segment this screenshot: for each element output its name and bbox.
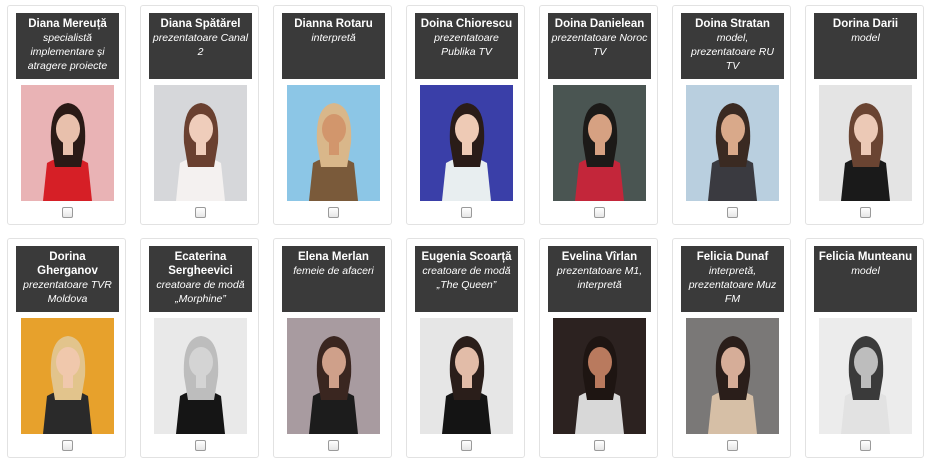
profile-role: prezentatoare Publika TV: [434, 32, 499, 58]
profile-card: Felicia Munteanu model: [805, 238, 924, 458]
profile-photo[interactable]: [553, 318, 646, 434]
profile-name: Evelina Vîrlan: [561, 251, 638, 263]
profile-role: creatoare de modă „The Queen”: [422, 265, 511, 291]
profile-card: Eugenia Scoarță creatoare de modă „The Qu…: [406, 238, 525, 458]
profile-photo[interactable]: [287, 85, 380, 201]
profile-card: Dorina Darii model: [805, 5, 924, 225]
profile-caption: Felicia Munteanu model: [814, 246, 917, 312]
profile-photo[interactable]: [819, 318, 912, 434]
profile-caption: Diana Spătărel prezentatoare Canal 2: [149, 13, 252, 79]
select-checkbox[interactable]: [860, 207, 871, 218]
profile-caption: Evelina Vîrlan prezentatoare M1, interpre…: [548, 246, 651, 312]
profile-name: Eugenia Scoarță: [421, 251, 512, 263]
profile-name: Felicia Dunaf: [696, 251, 769, 263]
profile-card: Elena Merlan femeie de afaceri: [273, 238, 392, 458]
profile-card: Diana Mereuță specialistă implementare și…: [7, 5, 126, 225]
profile-photo[interactable]: [420, 318, 513, 434]
profile-role: prezentatoare Noroc TV: [551, 32, 648, 58]
profile-caption: Eugenia Scoarță creatoare de modă „The Qu…: [415, 246, 518, 312]
profile-role: specialistă implementare și atragere pro…: [27, 32, 108, 72]
profile-card: Doina Stratan model, prezentatoare RU TV: [672, 5, 791, 225]
profile-role: model: [851, 32, 880, 44]
profile-role: prezentatoare TVR Moldova: [23, 279, 112, 305]
profile-photo[interactable]: [819, 85, 912, 201]
profile-name: Doina Stratan: [695, 18, 770, 30]
profile-name: Ecaterina Sergheevici: [168, 251, 233, 277]
select-checkbox[interactable]: [461, 207, 472, 218]
profile-card: Dorina Gherganov prezentatoare TVR Moldov…: [7, 238, 126, 458]
profile-card: Ecaterina Sergheevici creatoare de modă „…: [140, 238, 259, 458]
profile-caption: Dorina Gherganov prezentatoare TVR Moldov…: [16, 246, 119, 312]
profile-photo[interactable]: [21, 85, 114, 201]
profile-photo[interactable]: [420, 85, 513, 201]
profile-name: Doina Chiorescu: [420, 18, 513, 30]
select-checkbox[interactable]: [62, 440, 73, 451]
select-checkbox[interactable]: [727, 207, 738, 218]
profile-grid: Diana Mereuță specialistă implementare și…: [0, 0, 930, 465]
profile-role: creatoare de modă „Morphine”: [156, 279, 245, 305]
profile-name: Felicia Munteanu: [818, 251, 913, 263]
profile-name: Dianna Rotaru: [294, 18, 373, 30]
profile-role: model: [851, 265, 880, 277]
profile-caption: Elena Merlan femeie de afaceri: [282, 246, 385, 312]
profile-name: Elena Merlan: [298, 251, 369, 263]
profile-photo[interactable]: [154, 318, 247, 434]
profile-photo[interactable]: [287, 318, 380, 434]
select-checkbox[interactable]: [727, 440, 738, 451]
select-checkbox[interactable]: [461, 440, 472, 451]
profile-name: Dorina Gherganov: [37, 251, 98, 277]
profile-role: prezentatoare M1, interpretă: [556, 265, 643, 291]
profile-card: Felicia Dunaf interpretă, prezentatoare M…: [672, 238, 791, 458]
profile-name: Dorina Darii: [832, 18, 899, 30]
select-checkbox[interactable]: [594, 207, 605, 218]
profile-photo[interactable]: [154, 85, 247, 201]
profile-role: model, prezentatoare RU TV: [691, 32, 774, 72]
profile-caption: Diana Mereuță specialistă implementare și…: [16, 13, 119, 79]
profile-caption: Felicia Dunaf interpretă, prezentatoare M…: [681, 246, 784, 312]
profile-caption: Doina Chiorescu prezentatoare Publika TV: [415, 13, 518, 79]
profile-role: femeie de afaceri: [293, 265, 374, 277]
profile-photo[interactable]: [686, 318, 779, 434]
profile-photo[interactable]: [553, 85, 646, 201]
profile-name: Diana Mereuță: [28, 18, 107, 30]
profile-card: Evelina Vîrlan prezentatoare M1, interpre…: [539, 238, 658, 458]
profile-caption: Dianna Rotaru interpretă: [282, 13, 385, 79]
profile-card: Doina Chiorescu prezentatoare Publika TV: [406, 5, 525, 225]
select-checkbox[interactable]: [328, 440, 339, 451]
profile-role: interpretă: [311, 32, 356, 44]
select-checkbox[interactable]: [860, 440, 871, 451]
profile-card: Diana Spătărel prezentatoare Canal 2: [140, 5, 259, 225]
profile-photo[interactable]: [686, 85, 779, 201]
profile-photo[interactable]: [21, 318, 114, 434]
profile-card: Dianna Rotaru interpretă: [273, 5, 392, 225]
select-checkbox[interactable]: [328, 207, 339, 218]
profile-name: Diana Spătărel: [160, 18, 241, 30]
profile-card: Doina Danielean prezentatoare Noroc TV: [539, 5, 658, 225]
profile-role: prezentatoare Canal 2: [152, 32, 249, 58]
profile-name: Doina Danielean: [554, 18, 645, 30]
select-checkbox[interactable]: [594, 440, 605, 451]
profile-caption: Dorina Darii model: [814, 13, 917, 79]
select-checkbox[interactable]: [195, 440, 206, 451]
profile-role: interpretă, prezentatoare Muz FM: [688, 265, 777, 305]
profile-caption: Doina Danielean prezentatoare Noroc TV: [548, 13, 651, 79]
profile-caption: Ecaterina Sergheevici creatoare de modă „…: [149, 246, 252, 312]
profile-caption: Doina Stratan model, prezentatoare RU TV: [681, 13, 784, 79]
select-checkbox[interactable]: [195, 207, 206, 218]
select-checkbox[interactable]: [62, 207, 73, 218]
